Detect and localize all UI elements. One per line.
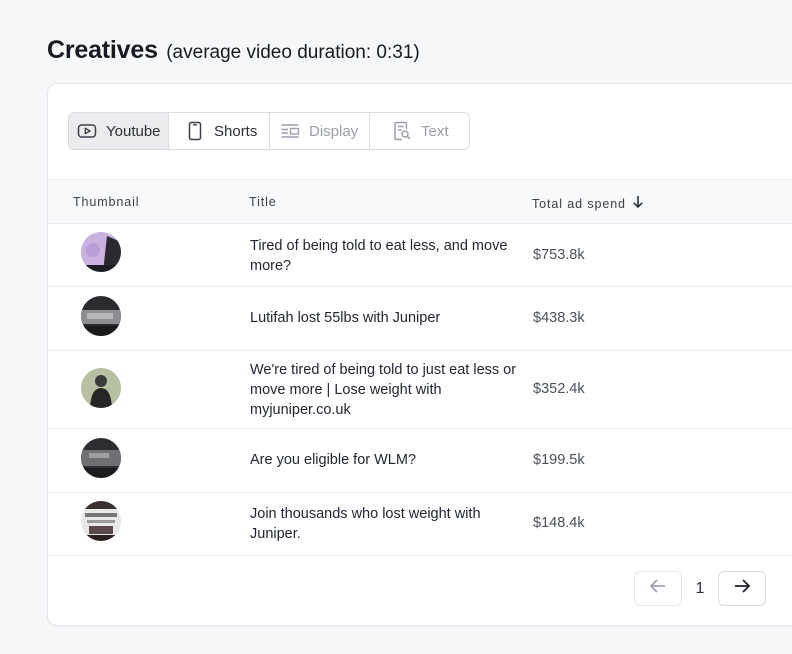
previous-page-button[interactable] — [634, 571, 682, 606]
page-subtitle: (average video duration: 0:31) — [166, 42, 420, 63]
row-spend: $148.4k — [533, 515, 585, 531]
tab-shorts[interactable]: Shorts — [169, 113, 270, 149]
row-title: Are you eligible for WLM? — [250, 452, 417, 468]
row-spend: $199.5k — [533, 452, 585, 468]
tab-display-label: Display — [309, 122, 359, 140]
table-row[interactable]: Are you eligible for WLM? $199.5k — [48, 429, 792, 493]
row-title: Lutifah lost 55lbs with Juniper — [250, 310, 441, 326]
column-header-total-ad-spend-label: Total ad spend — [532, 196, 626, 211]
video-thumbnail[interactable] — [81, 296, 121, 336]
column-header-title-label: Title — [249, 195, 277, 209]
text-search-icon — [392, 121, 412, 141]
tab-youtube[interactable]: Youtube — [69, 113, 169, 149]
video-thumbnail[interactable] — [81, 501, 121, 541]
table-header: Thumbnail Title Total ad spend — [48, 179, 792, 224]
current-page-number: 1 — [695, 579, 705, 597]
arrow-left-icon — [649, 578, 667, 599]
table-row[interactable]: Lutifah lost 55lbs with Juniper $438.3k — [48, 287, 792, 351]
tab-display[interactable]: Display — [270, 113, 370, 149]
tab-text-label: Text — [421, 122, 449, 140]
pagination: 1 — [634, 571, 766, 606]
column-header-thumbnail-label: Thumbnail — [73, 195, 140, 209]
arrow-down-icon — [632, 195, 644, 212]
creative-type-tabs: Youtube Shorts Display Text — [68, 112, 470, 150]
video-thumbnail[interactable] — [81, 368, 121, 408]
video-thumbnail[interactable] — [81, 438, 121, 478]
next-page-button[interactable] — [718, 571, 766, 606]
row-spend: $438.3k — [533, 310, 585, 326]
row-title: Join thousands who lost weight with Juni… — [250, 506, 481, 542]
table-row[interactable]: Tired of being told to eat less, and mov… — [48, 224, 792, 287]
column-header-thumbnail: Thumbnail — [73, 195, 139, 209]
column-header-total-ad-spend[interactable]: Total ad spend — [532, 195, 644, 212]
row-title: Tired of being told to eat less, and mov… — [250, 238, 508, 274]
display-layout-icon — [280, 121, 300, 141]
row-title: We're tired of being told to just eat le… — [250, 362, 517, 418]
row-spend: $753.8k — [533, 247, 585, 263]
creatives-card: Youtube Shorts Display Text Thumbnail Ti… — [47, 83, 792, 626]
video-thumbnail[interactable] — [81, 232, 121, 272]
table-row[interactable]: Join thousands who lost weight with Juni… — [48, 493, 792, 556]
phone-icon — [185, 121, 205, 141]
page-title-text: Creatives — [47, 36, 158, 64]
tab-shorts-label: Shorts — [214, 122, 258, 140]
page-title: Creatives (average video duration: 0:31) — [47, 36, 420, 65]
row-spend: $352.4k — [533, 381, 585, 397]
table-row[interactable]: We're tired of being told to just eat le… — [48, 351, 792, 429]
arrow-right-icon — [733, 578, 751, 599]
youtube-video-icon — [77, 121, 97, 141]
column-header-title: Title — [249, 195, 277, 209]
tab-youtube-label: Youtube — [106, 122, 161, 140]
tab-text[interactable]: Text — [370, 113, 469, 149]
